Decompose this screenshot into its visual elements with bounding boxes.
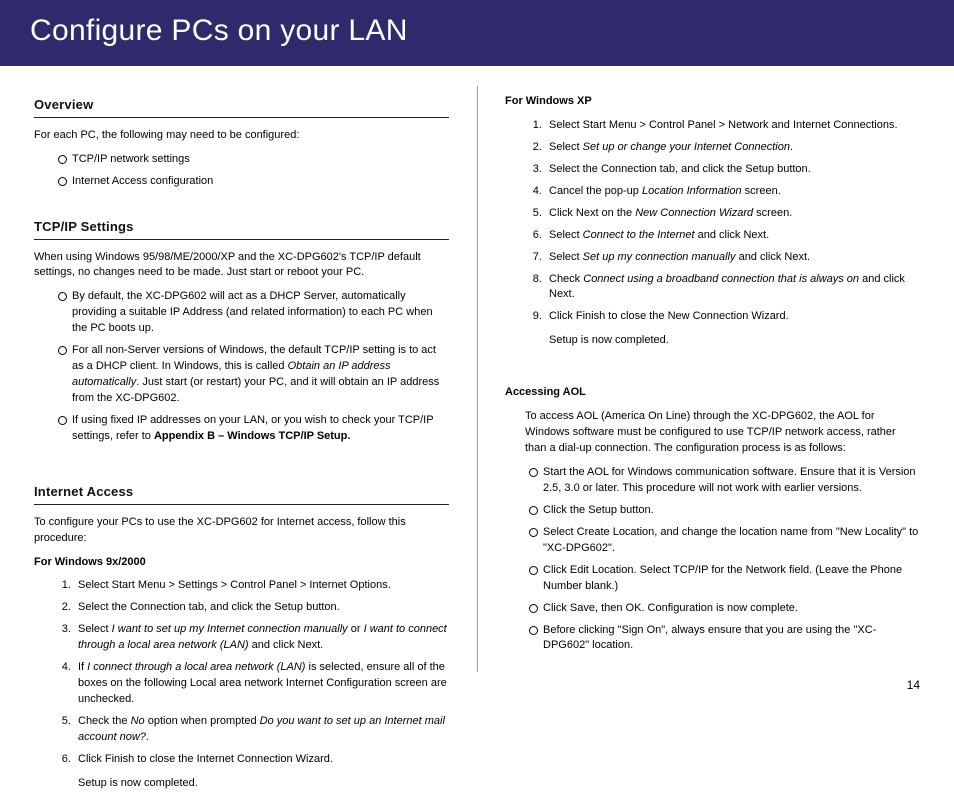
win9x-closing: Setup is now completed. xyxy=(74,776,449,792)
subhead-aol: Accessing AOL xyxy=(505,385,920,401)
internet-intro: To configure your PCs to use the XC-DPG6… xyxy=(34,515,449,547)
text: . xyxy=(790,141,793,153)
italic-text: Connect to the Internet xyxy=(583,229,695,241)
left-column: Overview For each PC, the following may … xyxy=(34,90,449,800)
list-item: Internet Access configuration xyxy=(58,174,449,190)
list-item: Click the Setup button. xyxy=(529,503,920,519)
list-item: Click Edit Location. Select TCP/IP for t… xyxy=(529,563,920,595)
right-column: For Windows XP Select Start Menu > Contr… xyxy=(505,90,920,800)
text: option when prompted xyxy=(145,715,260,727)
list-item: Select Connect to the Internet and click… xyxy=(545,228,920,244)
italic-text: Location Information xyxy=(642,185,742,197)
list-item: If using fixed IP addresses on your LAN,… xyxy=(58,413,449,445)
list-item: Select Set up or change your Internet Co… xyxy=(545,140,920,156)
list-item: Before clicking "Sign On", always ensure… xyxy=(529,623,920,655)
list-item: By default, the XC-DPG602 will act as a … xyxy=(58,289,449,337)
list-item: Select Start Menu > Settings > Control P… xyxy=(74,578,449,594)
text: . xyxy=(146,731,149,743)
column-divider xyxy=(477,86,478,672)
overview-bullets: TCP/IP network settings Internet Access … xyxy=(58,152,449,190)
italic-text: Set up or change your Internet Connectio… xyxy=(583,141,790,153)
text: Click Next on the xyxy=(549,207,635,219)
list-item: For all non-Server versions of Windows, … xyxy=(58,343,449,407)
text: and click Next. xyxy=(249,639,324,651)
text: Select xyxy=(549,141,583,153)
text: Select xyxy=(78,623,112,635)
list-item: Click Finish to close the Internet Conne… xyxy=(74,752,449,768)
bold-text: Appendix B – Windows TCP/IP Setup. xyxy=(154,430,351,442)
heading-overview: Overview xyxy=(34,96,449,118)
text: Check xyxy=(549,273,583,285)
list-item: Click Next on the New Connection Wizard … xyxy=(545,206,920,222)
list-item: Click Finish to close the New Connection… xyxy=(545,309,920,325)
list-item: Start the AOL for Windows communication … xyxy=(529,465,920,497)
list-item: Check Connect using a broadband connecti… xyxy=(545,272,920,304)
winxp-steps: Select Start Menu > Control Panel > Netw… xyxy=(545,118,920,325)
list-item: Select the Connection tab, and click the… xyxy=(74,600,449,616)
tcpip-bullets: By default, the XC-DPG602 will act as a … xyxy=(58,289,449,444)
text: screen. xyxy=(753,207,792,219)
aol-intro: To access AOL (America On Line) through … xyxy=(525,409,920,457)
italic-text: No xyxy=(131,715,145,727)
winxp-closing: Setup is now completed. xyxy=(545,333,920,349)
text: Check the xyxy=(78,715,131,727)
text: Cancel the pop-up xyxy=(549,185,642,197)
aol-bullets: Start the AOL for Windows communication … xyxy=(529,465,920,654)
overview-intro: For each PC, the following may need to b… xyxy=(34,128,449,144)
text: Select xyxy=(549,229,583,241)
text: or xyxy=(348,623,364,635)
text: Select xyxy=(549,251,583,263)
text: If xyxy=(78,661,87,673)
win9x-steps: Select Start Menu > Settings > Control P… xyxy=(74,578,449,767)
list-item: Select the Connection tab, and click the… xyxy=(545,162,920,178)
subhead-win9x: For Windows 9x/2000 xyxy=(34,555,449,571)
list-item: Select Start Menu > Control Panel > Netw… xyxy=(545,118,920,134)
list-item: Select Set up my connection manually and… xyxy=(545,250,920,266)
list-item: Cancel the pop-up Location Information s… xyxy=(545,184,920,200)
italic-text: Set up my connection manually xyxy=(583,251,736,263)
page-title-banner: Configure PCs on your LAN xyxy=(0,0,954,66)
page-number: 14 xyxy=(907,677,920,694)
subhead-winxp: For Windows XP xyxy=(505,94,920,110)
list-item: Select Create Location, and change the l… xyxy=(529,525,920,557)
list-item: Click Save, then OK. Configuration is no… xyxy=(529,601,920,617)
italic-text: New Connection Wizard xyxy=(635,207,753,219)
italic-text: I connect through a local area network (… xyxy=(87,661,305,673)
heading-tcpip: TCP/IP Settings xyxy=(34,218,449,240)
heading-internet-access: Internet Access xyxy=(34,483,449,505)
list-item: If I connect through a local area networ… xyxy=(74,660,449,708)
italic-text: Connect using a broadband connection tha… xyxy=(583,273,859,285)
text: screen. xyxy=(742,185,781,197)
page-body: Overview For each PC, the following may … xyxy=(0,66,954,702)
list-item: Select I want to set up my Internet conn… xyxy=(74,622,449,654)
list-item: Check the No option when prompted Do you… xyxy=(74,714,449,746)
tcpip-intro: When using Windows 95/98/ME/2000/XP and … xyxy=(34,250,449,282)
text: and click Next. xyxy=(695,229,770,241)
italic-text: I want to set up my Internet connection … xyxy=(112,623,348,635)
text: and click Next. xyxy=(736,251,811,263)
list-item: TCP/IP network settings xyxy=(58,152,449,168)
